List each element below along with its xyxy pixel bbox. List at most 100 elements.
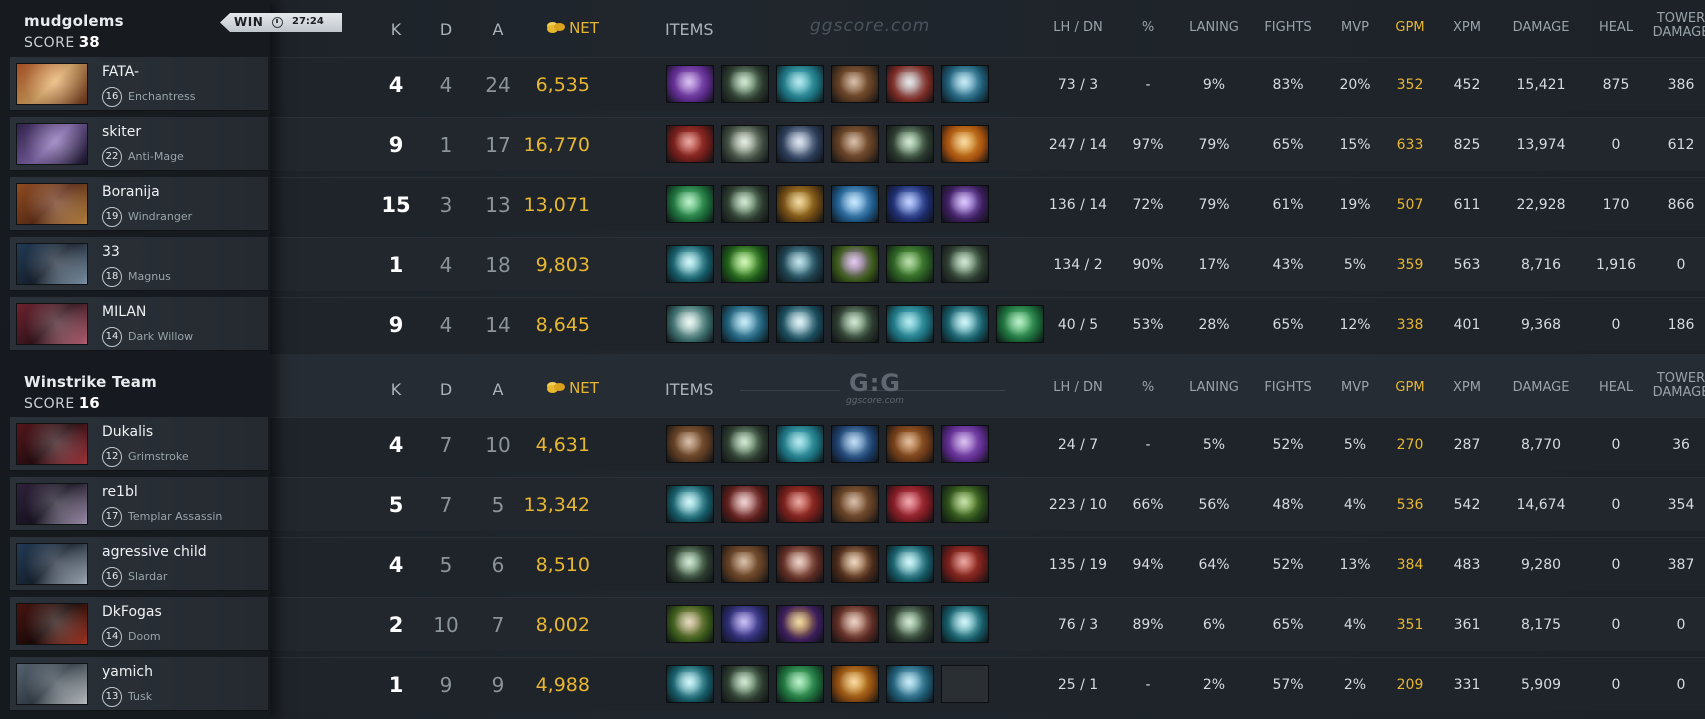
header-kills[interactable]: K — [376, 380, 416, 399]
header-damage[interactable]: DAMAGE — [1496, 380, 1586, 395]
player-stat-row[interactable]: 15 3 13 13,071 136 / 14 72% 79% 61% 19% 507 611 22,… — [270, 177, 1705, 231]
item-slot-icon[interactable] — [886, 665, 934, 703]
header-fights[interactable]: FIGHTS — [1246, 380, 1330, 395]
player-stat-row[interactable]: 1 4 18 9,803 134 / 2 90% 17% 43% 5% 359 563 8,716 1,… — [270, 237, 1705, 291]
header-assists[interactable]: A — [476, 380, 520, 399]
header-tower-damage[interactable]: TOWER DAMAGE — [1650, 372, 1705, 400]
player-card[interactable]: MILAN 14 Dark Willow — [10, 297, 268, 351]
item-slot-icon[interactable] — [886, 125, 934, 163]
header-deaths[interactable]: D — [426, 380, 466, 399]
item-slot-icon[interactable] — [941, 65, 989, 103]
item-slot-icon[interactable] — [721, 125, 769, 163]
player-card[interactable]: Boranija 19 Windranger — [10, 177, 268, 231]
header-fights[interactable]: FIGHTS — [1246, 20, 1330, 35]
item-slot-icon[interactable] — [831, 65, 879, 103]
header-heal[interactable]: HEAL — [1586, 20, 1646, 35]
item-slot-icon[interactable] — [831, 185, 879, 223]
item-slot-icon[interactable] — [941, 545, 989, 583]
item-slot-icon[interactable] — [941, 125, 989, 163]
item-slot-icon[interactable] — [886, 605, 934, 643]
header-gpm[interactable]: GPM — [1380, 380, 1440, 395]
header-damage[interactable]: DAMAGE — [1496, 20, 1586, 35]
item-slot-icon[interactable] — [886, 545, 934, 583]
item-slot-icon[interactable] — [666, 425, 714, 463]
item-slot-icon[interactable] — [721, 305, 769, 343]
item-slot-icon[interactable] — [666, 545, 714, 583]
header-heal[interactable]: HEAL — [1586, 380, 1646, 395]
item-slot-icon[interactable] — [886, 425, 934, 463]
header-lasthits-denies[interactable]: LH / DN — [1018, 380, 1138, 395]
header-xpm[interactable]: XPM — [1438, 20, 1496, 35]
item-slot-icon[interactable] — [721, 605, 769, 643]
item-slot-icon[interactable] — [721, 65, 769, 103]
item-slot-icon[interactable] — [776, 245, 824, 283]
item-slot-icon[interactable] — [721, 665, 769, 703]
item-slot-icon[interactable] — [776, 125, 824, 163]
item-slot-icon[interactable] — [886, 65, 934, 103]
item-slot-icon[interactable] — [941, 425, 989, 463]
header-laning[interactable]: LANING — [1172, 20, 1256, 35]
item-slot-icon[interactable] — [666, 185, 714, 223]
header-tower-damage[interactable]: TOWER DAMAGE — [1650, 12, 1705, 40]
item-slot-icon[interactable] — [941, 185, 989, 223]
item-slot-icon[interactable] — [721, 185, 769, 223]
item-slot-icon[interactable] — [776, 305, 824, 343]
item-slot-icon[interactable] — [776, 605, 824, 643]
player-card[interactable]: skiter 22 Anti-Mage — [10, 117, 268, 171]
item-slot-icon[interactable] — [666, 605, 714, 643]
player-card[interactable]: DkFogas 14 Doom — [10, 597, 268, 651]
player-stat-row[interactable]: 2 10 7 8,002 76 / 3 89% 6% 65% 4% 351 361 8,175 0 0 — [270, 597, 1705, 651]
player-stat-row[interactable]: 9 1 17 16,770 247 / 14 97% 79% 65% 15% 633 825 13,9… — [270, 117, 1705, 171]
player-stat-row[interactable]: 4 7 10 4,631 24 / 7 - 5% 52% 5% 270 287 8,770 0 36 — [270, 417, 1705, 471]
item-slot-icon[interactable] — [831, 245, 879, 283]
item-slot-icon[interactable] — [831, 605, 879, 643]
item-slot-icon[interactable] — [886, 245, 934, 283]
item-slot-icon[interactable] — [831, 305, 879, 343]
header-xpm[interactable]: XPM — [1438, 380, 1496, 395]
header-gpm[interactable]: GPM — [1380, 20, 1440, 35]
item-slot-icon[interactable] — [886, 305, 934, 343]
player-card[interactable]: yamich 13 Tusk — [10, 657, 268, 711]
header-net-worth[interactable]: NET — [538, 379, 608, 397]
player-card[interactable]: Dukalis 12 Grimstroke — [10, 417, 268, 471]
header-laning[interactable]: LANING — [1172, 380, 1256, 395]
item-slot-icon[interactable] — [776, 425, 824, 463]
item-slot-icon[interactable] — [666, 125, 714, 163]
item-slot-icon[interactable] — [831, 545, 879, 583]
player-stat-row[interactable]: 1 9 9 4,988 25 / 1 - 2% 57% 2% 209 331 5,909 0 0 — [270, 657, 1705, 711]
header-assists[interactable]: A — [476, 20, 520, 39]
item-slot-icon[interactable] — [941, 485, 989, 523]
header-mvp[interactable]: MVP — [1326, 20, 1384, 35]
item-slot-icon[interactable] — [831, 125, 879, 163]
header-deaths[interactable]: D — [426, 20, 466, 39]
item-slot-icon[interactable] — [666, 665, 714, 703]
item-slot-icon[interactable] — [666, 305, 714, 343]
header-lasthits-denies[interactable]: LH / DN — [1018, 20, 1138, 35]
item-slot-icon[interactable] — [941, 245, 989, 283]
item-slot-icon[interactable] — [776, 485, 824, 523]
item-slot-icon[interactable] — [831, 425, 879, 463]
player-card[interactable]: 33 18 Magnus — [10, 237, 268, 291]
header-items[interactable]: ITEMS — [665, 20, 725, 39]
item-slot-icon[interactable] — [776, 185, 824, 223]
item-slot-icon[interactable] — [721, 245, 769, 283]
item-slot-icon[interactable] — [666, 65, 714, 103]
player-card[interactable]: agressive child 16 Slardar — [10, 537, 268, 591]
item-slot-icon[interactable] — [776, 545, 824, 583]
header-kills[interactable]: K — [376, 20, 416, 39]
item-slot-icon[interactable] — [941, 305, 989, 343]
item-slot-icon[interactable] — [776, 65, 824, 103]
header-percent[interactable]: % — [1128, 380, 1168, 395]
player-card[interactable]: FATA- 16 Enchantress — [10, 57, 268, 111]
item-slot-icon[interactable] — [721, 425, 769, 463]
item-slot-icon[interactable] — [886, 485, 934, 523]
player-stat-row[interactable]: 9 4 14 8,645 40 / 5 53% 28% 65% 12% 338 401 9,368 0 1… — [270, 297, 1705, 351]
header-net-worth[interactable]: NET — [538, 19, 608, 37]
item-slot-icon[interactable] — [721, 545, 769, 583]
player-stat-row[interactable]: 4 4 24 6,535 73 / 3 - 9% 83% 20% 352 452 15,421 875 3… — [270, 57, 1705, 111]
player-stat-row[interactable]: 4 5 6 8,510 135 / 19 94% 64% 52% 13% 384 483 9,280 0… — [270, 537, 1705, 591]
empty-item-slot[interactable] — [941, 665, 989, 703]
header-mvp[interactable]: MVP — [1326, 380, 1384, 395]
item-slot-icon[interactable] — [886, 185, 934, 223]
player-card[interactable]: re1bl 17 Templar Assassin — [10, 477, 268, 531]
